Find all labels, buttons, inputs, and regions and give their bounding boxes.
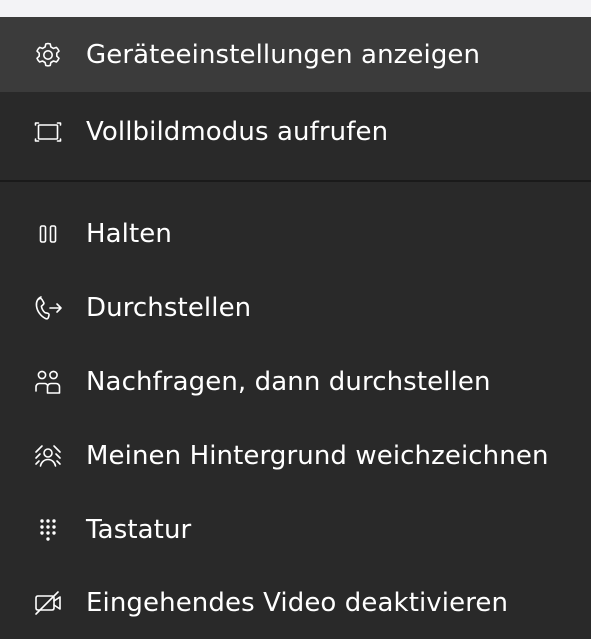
menu-item-label: Tastatur (86, 515, 192, 545)
consult-transfer-icon (30, 364, 66, 400)
gear-icon (30, 37, 66, 73)
menu-item-hold[interactable]: Halten (0, 197, 591, 271)
menu-item-label: Eingehendes Video deaktivieren (86, 588, 509, 618)
menu-item-label: Halten (86, 219, 172, 249)
menu-item-fullscreen[interactable]: Vollbildmodus aufrufen (0, 92, 591, 171)
menu-item-label: Geräteeinstellungen anzeigen (86, 39, 481, 70)
menu-divider (0, 180, 591, 182)
call-more-actions-menu: Geräteeinstellungen anzeigen Vollbildmod… (0, 17, 591, 639)
menu-item-blur-background[interactable]: Meinen Hintergrund weichzeichnen (0, 419, 591, 493)
video-off-icon (30, 585, 66, 621)
fullscreen-icon (30, 114, 66, 150)
menu-item-keypad[interactable]: Tastatur (0, 493, 591, 567)
blur-background-icon (30, 438, 66, 474)
menu-item-label: Durchstellen (86, 293, 252, 323)
menu-item-label: Vollbildmodus aufrufen (86, 116, 389, 147)
menu-item-label: Nachfragen, dann durchstellen (86, 367, 491, 397)
menu-item-label: Meinen Hintergrund weichzeichnen (86, 441, 549, 471)
pause-icon (30, 216, 66, 252)
menu-item-transfer[interactable]: Durchstellen (0, 271, 591, 345)
menu-item-device-settings[interactable]: Geräteeinstellungen anzeigen (0, 17, 591, 92)
call-transfer-icon (30, 290, 66, 326)
dialpad-icon (30, 512, 66, 548)
menu-item-disable-incoming-video[interactable]: Eingehendes Video deaktivieren (0, 567, 591, 639)
menu-item-consult-transfer[interactable]: Nachfragen, dann durchstellen (0, 345, 591, 419)
